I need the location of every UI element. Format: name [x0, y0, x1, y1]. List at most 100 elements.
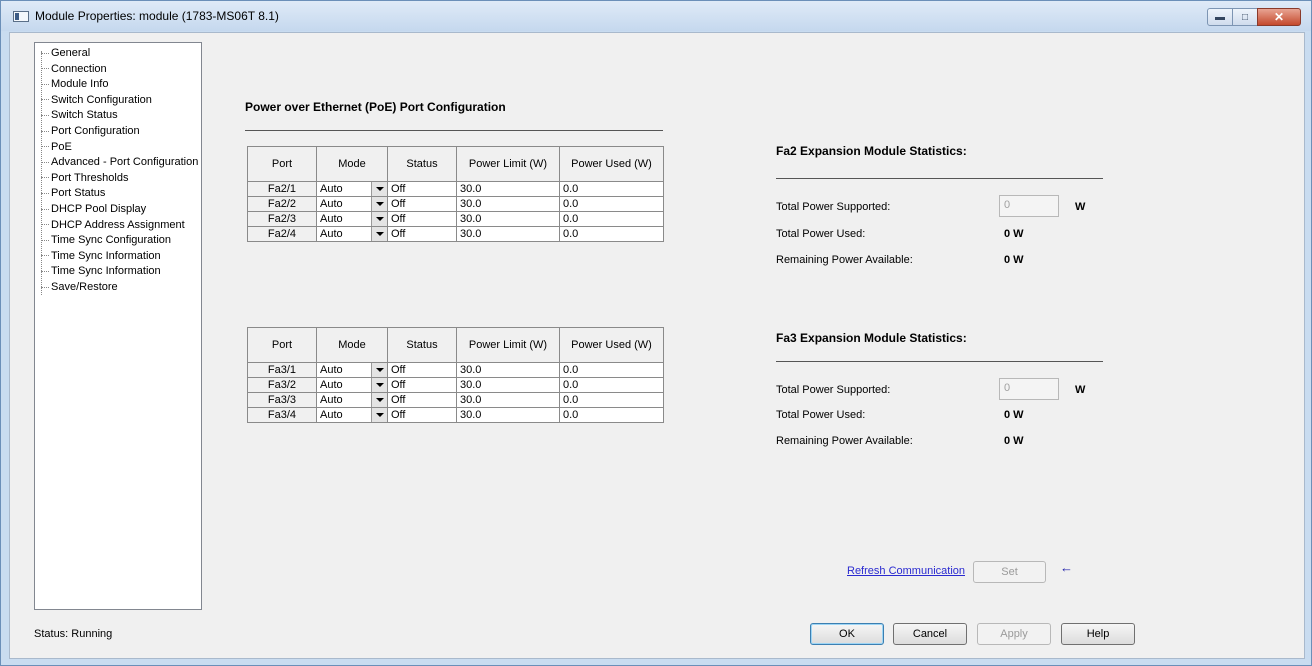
port-cell: Fa3/4: [247, 407, 317, 423]
tree-item-switch-status[interactable]: Switch Status: [41, 108, 118, 123]
mode-dropdown-text: Auto: [320, 182, 343, 195]
category-tree[interactable]: General Connection Module Info Switch Confi…: [34, 42, 202, 610]
window-title: Module Properties: module (1783-MS06T 8.…: [35, 9, 279, 23]
column-header: Port: [247, 146, 317, 182]
fa2-total-used-label: Total Power Used:: [776, 228, 866, 240]
tree-connector: [41, 239, 49, 241]
tree-item-module-info[interactable]: Module Info: [41, 77, 108, 92]
column-header: Power Used (W): [559, 146, 664, 182]
mode-dropdown[interactable]: Auto: [316, 211, 388, 227]
tree-connector: [41, 208, 49, 210]
tree-item-dhcp-address-assignment[interactable]: DHCP Address Assignment: [41, 218, 185, 233]
table-row: Fa2/3 Auto Off 30.0 0.0: [247, 211, 664, 227]
column-header: Power Limit (W): [456, 327, 560, 363]
dropdown-arrow: [375, 217, 384, 221]
apply-button[interactable]: Apply: [977, 623, 1051, 645]
tree-item-port-status[interactable]: Port Status: [41, 186, 105, 201]
power-limit-field[interactable]: 30.0: [456, 226, 560, 242]
tree-item-label: Port Thresholds: [51, 171, 129, 184]
power-limit-field[interactable]: 30.0: [456, 362, 560, 378]
mode-dropdown[interactable]: Auto: [316, 181, 388, 197]
tree-item-label: Time Sync Information: [51, 265, 161, 278]
fa3-total-used-value: 0 W: [1004, 409, 1024, 421]
fa2-total-supported-field[interactable]: 0: [999, 195, 1059, 217]
tree-item-connection[interactable]: Connection: [41, 62, 107, 77]
power-limit-field-text: 30.0: [460, 408, 482, 421]
mode-dropdown[interactable]: Auto: [316, 362, 388, 378]
chevron-down-icon[interactable]: [371, 182, 387, 196]
tree-connector: [41, 130, 49, 132]
power-limit-field[interactable]: 30.0: [456, 181, 560, 197]
port-cell: Fa2/2: [247, 196, 317, 212]
ok-button[interactable]: OK: [810, 623, 884, 645]
tree-item-time-sync-configuration[interactable]: Time Sync Configuration: [41, 233, 171, 248]
power-used-cell: 0.0: [559, 181, 664, 197]
fa2-remaining-label: Remaining Power Available:: [776, 254, 913, 266]
table-row: Fa3/4 Auto Off 30.0 0.0: [247, 407, 664, 423]
tree-item-label: DHCP Address Assignment: [51, 218, 185, 231]
tree-item-switch-configuration[interactable]: Switch Configuration: [41, 93, 152, 108]
minimize-icon[interactable]: ▬: [1207, 8, 1233, 26]
power-limit-field[interactable]: 30.0: [456, 211, 560, 227]
status-cell: Off: [387, 392, 457, 408]
tree-item-save-restore[interactable]: Save/Restore: [41, 280, 118, 295]
chevron-down-icon[interactable]: [371, 212, 387, 226]
mode-dropdown[interactable]: Auto: [316, 407, 388, 423]
fa2-stats-title: Fa2 Expansion Module Statistics:: [776, 144, 967, 158]
mode-dropdown[interactable]: Auto: [316, 392, 388, 408]
column-header: Mode: [316, 146, 388, 182]
chevron-down-icon[interactable]: [371, 393, 387, 407]
power-used-cell: 0.0: [559, 196, 664, 212]
status-cell: Off: [387, 226, 457, 242]
set-button[interactable]: Set: [973, 561, 1046, 583]
close-icon[interactable]: ✕: [1257, 8, 1301, 26]
tree-item-label: Port Status: [51, 187, 106, 200]
help-button[interactable]: Help: [1061, 623, 1135, 645]
tree-item-port-thresholds[interactable]: Port Thresholds: [41, 171, 128, 186]
status-cell-text: Off: [391, 378, 406, 391]
tree-item-port-configuration[interactable]: Port Configuration: [41, 124, 140, 139]
mode-dropdown[interactable]: Auto: [316, 226, 388, 242]
chevron-down-icon[interactable]: [371, 408, 387, 422]
status-cell-text: Off: [391, 363, 406, 376]
column-header: Status: [387, 327, 457, 363]
table-row: Fa3/2 Auto Off 30.0 0.0: [247, 377, 664, 393]
tree-item-label: Time Sync Configuration: [51, 234, 172, 247]
tree-connector: [41, 270, 49, 272]
chevron-down-icon[interactable]: [371, 363, 387, 377]
power-limit-field-text: 30.0: [460, 378, 482, 391]
power-limit-field[interactable]: 30.0: [456, 196, 560, 212]
column-header: Power Limit (W): [456, 146, 560, 182]
status-cell: Off: [387, 407, 457, 423]
power-used-cell: 0.0: [559, 392, 664, 408]
tree-item-general[interactable]: General: [41, 46, 90, 61]
mode-dropdown[interactable]: Auto: [316, 377, 388, 393]
fa3-total-supported-field[interactable]: 0: [999, 378, 1059, 400]
power-limit-field[interactable]: 30.0: [456, 377, 560, 393]
mode-dropdown[interactable]: Auto: [316, 196, 388, 212]
dropdown-arrow: [375, 383, 384, 387]
status-cell: Off: [387, 196, 457, 212]
tree-item-time-sync-information[interactable]: Time Sync Information: [41, 264, 161, 279]
maximize-icon[interactable]: □: [1232, 8, 1258, 26]
tree-item-label: PoE: [51, 140, 72, 153]
chevron-down-icon[interactable]: [371, 197, 387, 211]
chevron-down-icon[interactable]: [371, 227, 387, 241]
cancel-button[interactable]: Cancel: [893, 623, 967, 645]
tree-item-advanced-port-configuration[interactable]: Advanced - Port Configuration: [41, 155, 198, 170]
status-cell-text: Off: [391, 408, 406, 421]
fa3-stats-title: Fa3 Expansion Module Statistics:: [776, 331, 967, 345]
power-limit-field[interactable]: 30.0: [456, 407, 560, 423]
tree-item-label: Port Configuration: [51, 125, 140, 137]
port-cell-text: Fa2/1: [267, 182, 297, 195]
refresh-communication-link[interactable]: Refresh Communication: [847, 565, 965, 577]
tree-item-poe[interactable]: PoE: [41, 140, 72, 155]
power-limit-field-text: 30.0: [460, 212, 482, 225]
poe-table-fa2: Port Mode Status Power Limit (W) Power Used …: [247, 146, 664, 242]
chevron-down-icon[interactable]: [371, 378, 387, 392]
power-limit-field[interactable]: 30.0: [456, 392, 560, 408]
table-row: Fa3/3 Auto Off 30.0 0.0: [247, 392, 664, 408]
power-used-cell: 0.0: [559, 226, 664, 242]
tree-item-dhcp-pool-display[interactable]: DHCP Pool Display: [41, 202, 146, 217]
tree-item-time-sync-information[interactable]: Time Sync Information: [41, 249, 161, 264]
